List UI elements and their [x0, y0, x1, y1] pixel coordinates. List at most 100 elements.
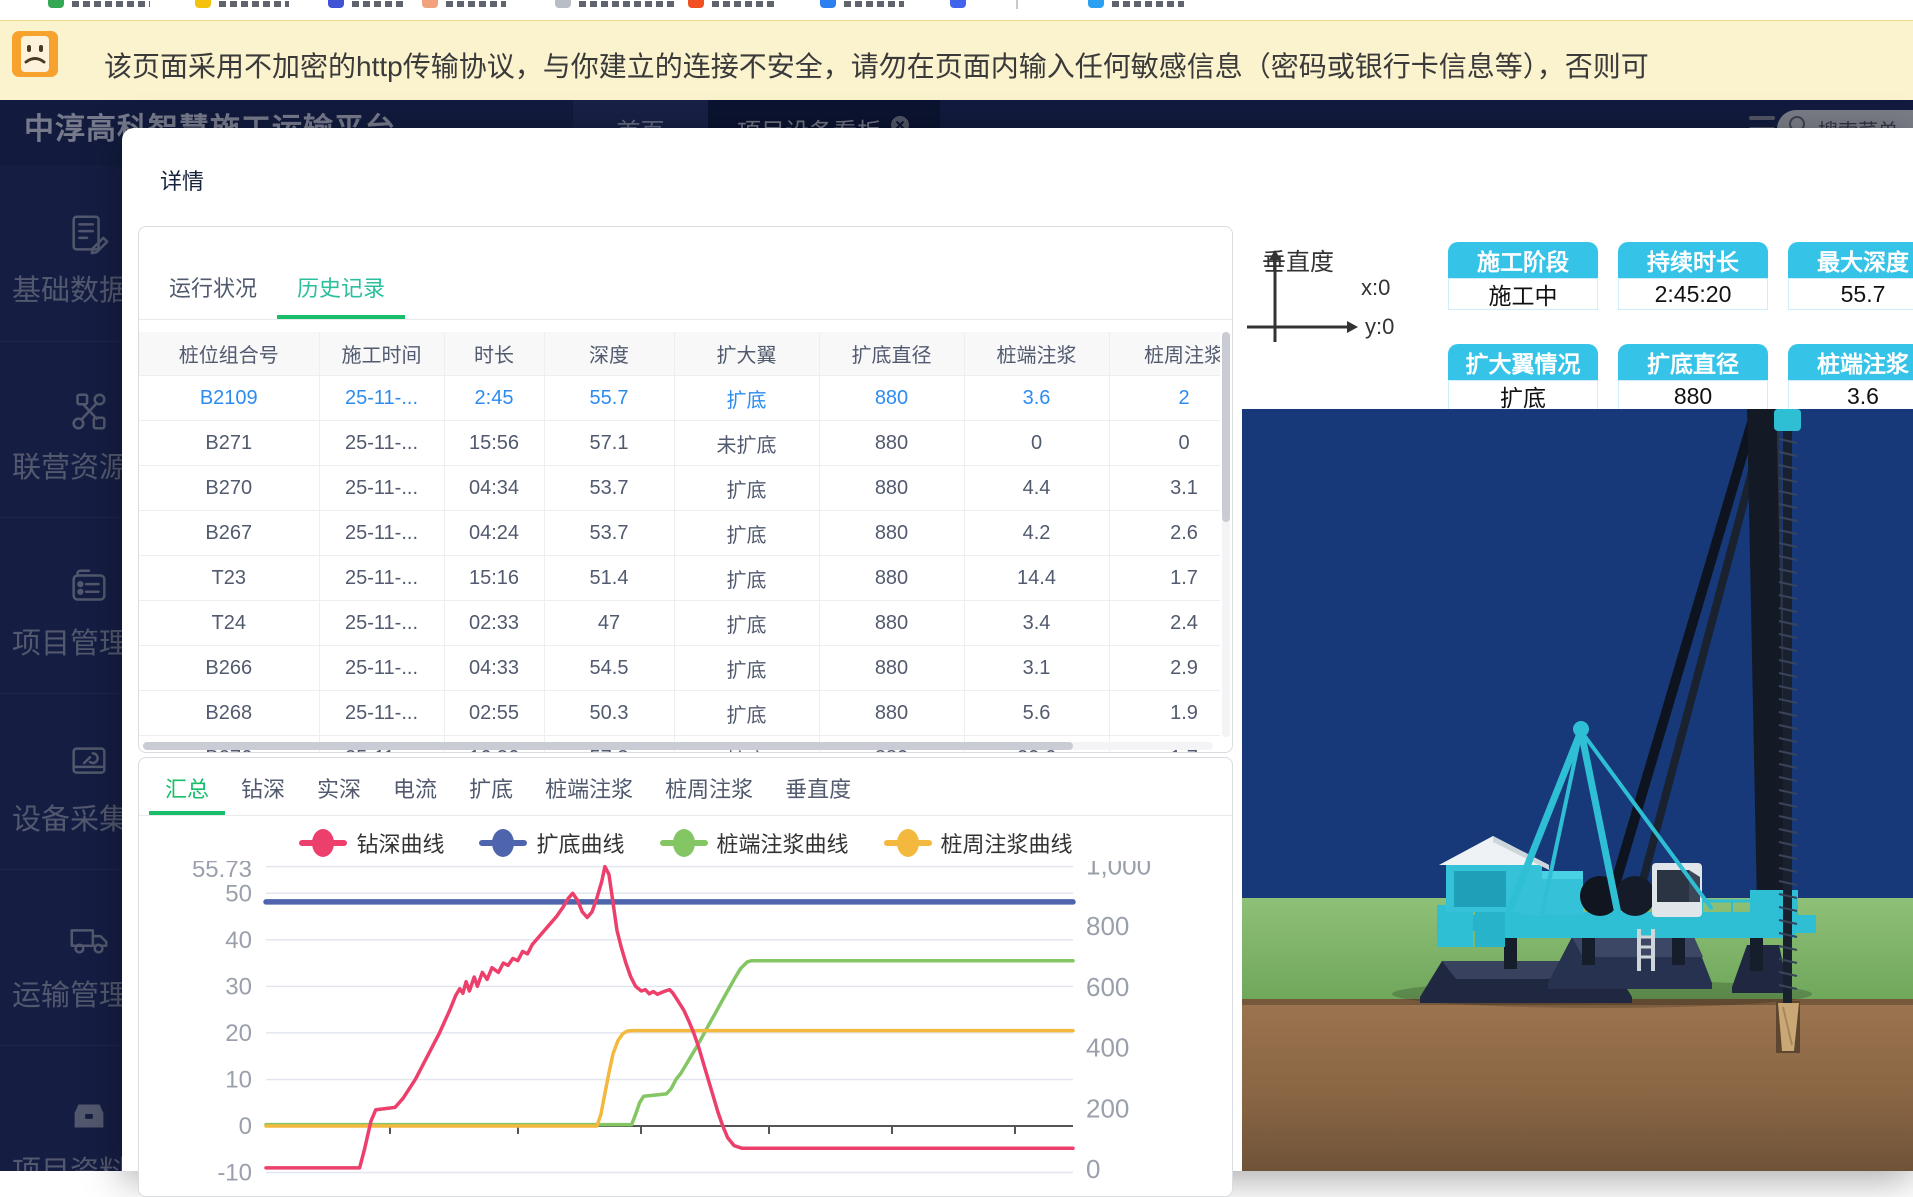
status-card-扩底直径: 扩底直径880 — [1618, 344, 1768, 412]
column-header: 桩位组合号 — [139, 332, 319, 376]
column-header: 桩周注浆 — [1109, 332, 1220, 376]
pile-rig-3d-scene[interactable] — [1242, 409, 1913, 1171]
status-card-施工阶段: 施工阶段施工中 — [1448, 242, 1598, 310]
legend-item-桩端注浆曲线[interactable]: 桩端注浆曲线 — [659, 827, 849, 859]
chart-legend: 钻深曲线 扩底曲线 桩端注浆曲线 桩周注浆曲线 — [139, 826, 1232, 860]
table-row[interactable]: B27025-11-...04:3453.7扩底8804.43.1 — [139, 466, 1220, 511]
column-header: 时长 — [444, 332, 544, 376]
status-card-最大深度: 最大深度55.7 — [1788, 242, 1913, 310]
legend-item-桩周注浆曲线[interactable]: 桩周注浆曲线 — [883, 827, 1073, 859]
table-cell: B271 — [139, 421, 319, 466]
table-row[interactable]: B210925-11-...2:4555.7扩底8803.62 — [139, 376, 1220, 421]
favicon-6[interactable] — [688, 0, 704, 8]
table-cell: 880 — [819, 511, 964, 556]
svg-text:1,000: 1,000 — [1086, 861, 1151, 881]
table-row[interactable]: T2425-11-...02:3347扩底8803.42.4 — [139, 601, 1220, 646]
status-card-title: 最大深度 — [1788, 242, 1913, 278]
chart-tab-桩周注浆[interactable]: 桩周注浆 — [649, 758, 769, 815]
table-horizontal-scrollbar[interactable] — [143, 742, 1213, 750]
table-cell: 3.1 — [964, 646, 1109, 691]
favicon-3[interactable] — [328, 0, 344, 8]
svg-text:400: 400 — [1086, 1033, 1129, 1063]
status-card-title: 施工阶段 — [1448, 242, 1598, 278]
favicon-8[interactable] — [950, 0, 966, 8]
status-card-value: 3.6 — [1788, 380, 1913, 412]
tab-运行状况[interactable]: 运行状况 — [149, 227, 277, 319]
table-cell: 2.9 — [1109, 646, 1220, 691]
bookmark-label-fragment — [712, 1, 778, 7]
chart-tab-扩底[interactable]: 扩底 — [453, 758, 529, 815]
status-card-value: 55.7 — [1788, 278, 1913, 310]
table-cell: 0 — [964, 421, 1109, 466]
chart-tab-汇总[interactable]: 汇总 — [149, 758, 225, 815]
bookmark-label-fragment — [72, 1, 150, 7]
svg-text:600: 600 — [1086, 972, 1129, 1002]
table-row[interactable]: B26625-11-...04:3354.5扩底8803.12.9 — [139, 646, 1220, 691]
table-cell: 25-11-... — [319, 376, 444, 421]
table-cell: 5.6 — [964, 691, 1109, 736]
table-cell: 4.2 — [964, 511, 1109, 556]
svg-text:0: 0 — [239, 1113, 252, 1140]
table-cell: 25-11-... — [319, 691, 444, 736]
legend-item-扩底曲线[interactable]: 扩底曲线 — [478, 827, 624, 859]
table-cell: B270 — [139, 466, 319, 511]
favicon-4[interactable] — [422, 0, 438, 8]
table-cell: 04:33 — [444, 646, 544, 691]
history-table: 桩位组合号施工时间时长深度扩大翼扩底直径桩端注浆桩周注浆 B210925-11-… — [139, 332, 1220, 753]
http-warning-banner: 该页面采用不加密的http传输协议，与你建立的连接不安全，请勿在页面内输入任何敏… — [0, 20, 1913, 101]
table-cell: 880 — [819, 376, 964, 421]
table-row[interactable]: B27125-11-...15:5657.1未扩底88000 — [139, 421, 1220, 466]
chart-tab-垂直度[interactable]: 垂直度 — [769, 758, 867, 815]
table-cell: 扩底 — [674, 511, 819, 556]
table-row[interactable]: T2325-11-...15:1651.4扩底88014.41.7 — [139, 556, 1220, 601]
table-cell: 4.4 — [964, 466, 1109, 511]
history-table-wrap: 桩位组合号施工时间时长深度扩大翼扩底直径桩端注浆桩周注浆 B210925-11-… — [139, 332, 1220, 753]
svg-text:40: 40 — [225, 927, 252, 954]
favicon-9[interactable] — [1088, 0, 1104, 8]
table-cell: 2.6 — [1109, 511, 1220, 556]
status-card-value: 880 — [1618, 380, 1768, 412]
chart-tab-电流[interactable]: 电流 — [377, 758, 453, 815]
legend-label: 扩底曲线 — [536, 827, 624, 859]
table-cell: 15:56 — [444, 421, 544, 466]
bookmark-label-fragment — [219, 1, 289, 7]
browser-sad-page-icon — [12, 31, 58, 82]
status-card-title: 持续时长 — [1618, 242, 1768, 278]
table-cell: 02:55 — [444, 691, 544, 736]
table-cell: 扩底 — [674, 466, 819, 511]
tab-历史记录[interactable]: 历史记录 — [277, 227, 405, 319]
browser-bookmarks-bar — [0, 0, 1913, 20]
chart-tab-钻深[interactable]: 钻深 — [225, 758, 301, 815]
table-cell: 57.1 — [544, 421, 674, 466]
table-vertical-scrollbar[interactable] — [1222, 332, 1230, 737]
table-cell: 880 — [819, 601, 964, 646]
legend-item-钻深曲线[interactable]: 钻深曲线 — [298, 827, 444, 859]
svg-text:50: 50 — [225, 880, 252, 907]
chart-tab-实深[interactable]: 实深 — [301, 758, 377, 815]
table-cell: 0 — [1109, 421, 1220, 466]
bookmark-label-fragment — [446, 1, 506, 7]
column-header: 桩端注浆 — [964, 332, 1109, 376]
svg-text:30: 30 — [225, 973, 252, 1000]
table-cell: 51.4 — [544, 556, 674, 601]
legend-label: 桩周注浆曲线 — [941, 827, 1073, 859]
favicon-2[interactable] — [195, 0, 211, 8]
favicon-7[interactable] — [820, 0, 836, 8]
table-cell: B267 — [139, 511, 319, 556]
warning-text: 该页面采用不加密的http传输协议，与你建立的连接不安全，请勿在页面内输入任何敏… — [104, 45, 1649, 85]
chart-tab-桩端注浆[interactable]: 桩端注浆 — [529, 758, 649, 815]
table-row[interactable]: B26825-11-...02:5550.3扩底8805.61.9 — [139, 691, 1220, 736]
table-cell: 50.3 — [544, 691, 674, 736]
favicon-1[interactable] — [48, 0, 64, 8]
verticality-y-value: y:0 — [1365, 314, 1394, 339]
table-row[interactable]: B26725-11-...04:2453.7扩底8804.22.6 — [139, 511, 1220, 556]
table-cell: 880 — [819, 691, 964, 736]
table-cell: T23 — [139, 556, 319, 601]
table-cell: T24 — [139, 601, 319, 646]
svg-text:800: 800 — [1086, 911, 1129, 941]
favicon-5[interactable] — [555, 0, 571, 8]
table-cell: 55.7 — [544, 376, 674, 421]
status-card-title: 桩端注浆 — [1788, 344, 1913, 380]
svg-text:-10: -10 — [217, 1160, 252, 1187]
chart-tabbar: 汇总钻深实深电流扩底桩端注浆桩周注浆垂直度 — [139, 758, 1232, 816]
